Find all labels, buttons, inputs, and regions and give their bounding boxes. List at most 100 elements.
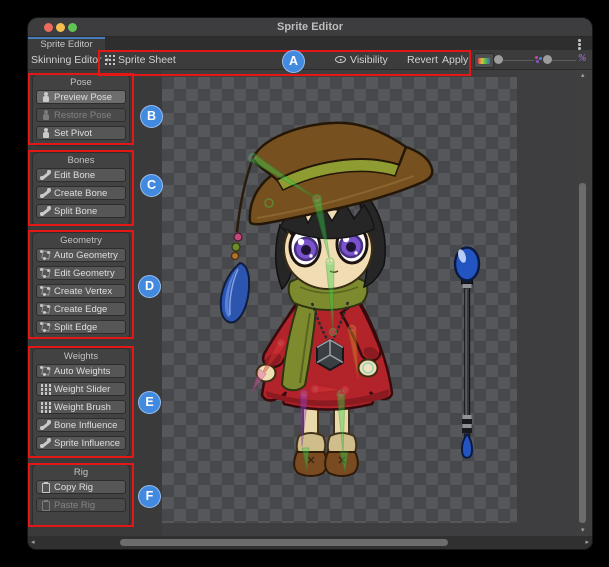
- copy-rig-icon: [40, 482, 51, 493]
- edit-geometry-button[interactable]: Edit Geometry: [36, 266, 126, 280]
- weight-brush-label: Weight Brush: [54, 402, 111, 413]
- kebab-menu-icon[interactable]: [574, 39, 584, 50]
- edit-bone-icon: [40, 170, 51, 181]
- restore-pose-button[interactable]: Restore Pose: [36, 108, 126, 122]
- split-edge-label: Split Edge: [54, 322, 97, 333]
- weight-slider-label: Weight Slider: [54, 384, 110, 395]
- sprite-influence-button[interactable]: Sprite Influence: [36, 436, 126, 450]
- create-vertex-icon: [40, 286, 51, 297]
- panel-pose: Pose Preview Pose Restore Pose Set Pivot: [32, 74, 130, 146]
- paste-rig-icon: [40, 500, 51, 511]
- restore-pose-icon: [40, 110, 51, 121]
- preview-pose-button[interactable]: Preview Pose: [36, 90, 126, 104]
- screenshot-root: Sprite Editor Sprite Editor Skinning Edi…: [0, 0, 609, 567]
- visibility-label: Visibility: [350, 54, 388, 66]
- panel-bones-title: Bones: [33, 153, 129, 168]
- bone-influence-icon: [40, 420, 51, 431]
- auto-geometry-button[interactable]: Auto Geometry: [36, 248, 126, 262]
- weight-brush-button[interactable]: Weight Brush: [36, 400, 126, 414]
- create-edge-label: Create Edge: [54, 304, 107, 315]
- bone-influence-button[interactable]: Bone Influence: [36, 418, 126, 432]
- vertical-scrollbar-thumb[interactable]: [579, 183, 586, 523]
- panel-weights: Weights Auto Weights Weight Slider Weigh…: [32, 348, 130, 457]
- rgb-alpha-toggle[interactable]: [474, 53, 494, 68]
- split-edge-icon: [40, 322, 51, 333]
- visibility-button[interactable]: Visibility: [335, 50, 388, 69]
- preview-pose-icon: [40, 92, 51, 103]
- horizontal-scrollbar-thumb[interactable]: [120, 539, 448, 546]
- edit-geometry-label: Edit Geometry: [54, 268, 115, 279]
- sprite-influence-label: Sprite Influence: [54, 438, 120, 449]
- toolbar: Skinning Editor ▾ Sprite Sheet Visibilit…: [28, 50, 592, 70]
- mesh-opacity-icon: %: [578, 53, 586, 64]
- split-bone-button[interactable]: Split Bone: [36, 204, 126, 218]
- window-title: Sprite Editor: [28, 18, 592, 36]
- feather-charm: [221, 233, 249, 322]
- preview-pose-label: Preview Pose: [54, 92, 112, 103]
- auto-weights-icon: [40, 366, 51, 377]
- create-bone-label: Create Bone: [54, 188, 107, 199]
- panel-weights-title: Weights: [33, 349, 129, 364]
- create-bone-button[interactable]: Create Bone: [36, 186, 126, 200]
- auto-weights-label: Auto Weights: [54, 366, 110, 377]
- create-vertex-label: Create Vertex: [54, 286, 112, 297]
- panel-geometry: Geometry Auto Geometry Edit Geometry Cre…: [32, 232, 130, 339]
- scroll-down-icon[interactable]: ▾: [581, 527, 585, 534]
- split-bone-label: Split Bone: [54, 206, 97, 217]
- revert-button[interactable]: Revert: [407, 50, 438, 69]
- edit-bone-button[interactable]: Edit Bone: [36, 168, 126, 182]
- editor-content: Pose Preview Pose Restore Pose Set Pivot…: [28, 70, 592, 536]
- horizontal-scrollbar[interactable]: ◂ ▸: [28, 536, 592, 549]
- weight-brush-icon: [40, 402, 51, 413]
- vertical-scrollbar[interactable]: ▴ ▾: [577, 70, 592, 536]
- sprite-canvas[interactable]: [162, 70, 577, 536]
- bone-color-icon: [534, 55, 543, 64]
- opacity-slider-thumb[interactable]: [543, 55, 552, 64]
- sprite-sheet-label: Sprite Sheet: [118, 54, 176, 66]
- set-pivot-icon: [40, 128, 51, 139]
- apply-label: Apply: [442, 54, 468, 66]
- bone-influence-label: Bone Influence: [54, 420, 117, 431]
- sprite-sheet-button[interactable]: Sprite Sheet: [104, 50, 176, 69]
- sprite-editor-window: Sprite Editor Sprite Editor Skinning Edi…: [28, 18, 592, 549]
- auto-geometry-icon: [40, 250, 51, 261]
- edit-geometry-icon: [40, 268, 51, 279]
- weight-slider-button[interactable]: Weight Slider: [36, 382, 126, 396]
- panel-bones: Bones Edit Bone Create Bone Split Bone: [32, 152, 130, 226]
- skinning-editor-dropdown[interactable]: Skinning Editor ▾: [31, 50, 109, 69]
- weight-slider-icon: [40, 384, 51, 395]
- copy-rig-button[interactable]: Copy Rig: [36, 480, 126, 494]
- create-vertex-button[interactable]: Create Vertex: [36, 284, 126, 298]
- revert-label: Revert: [407, 54, 438, 66]
- tab-sprite-editor[interactable]: Sprite Editor: [28, 37, 105, 50]
- scroll-right-icon[interactable]: ▸: [585, 539, 589, 546]
- create-bone-icon: [40, 188, 51, 199]
- scroll-up-icon[interactable]: ▴: [581, 72, 585, 79]
- copy-rig-label: Copy Rig: [54, 482, 93, 493]
- character-sprite: [162, 77, 517, 523]
- set-pivot-label: Set Pivot: [54, 128, 92, 139]
- sprite-sheet-icon: [104, 54, 115, 65]
- set-pivot-button[interactable]: Set Pivot: [36, 126, 126, 140]
- auto-geometry-label: Auto Geometry: [54, 250, 118, 261]
- create-edge-button[interactable]: Create Edge: [36, 302, 126, 316]
- eye-icon: [335, 56, 346, 63]
- staff-sprite: [455, 248, 479, 458]
- overlay-slider-thumb[interactable]: [494, 55, 503, 64]
- panel-geometry-title: Geometry: [33, 233, 129, 248]
- paste-rig-label: Paste Rig: [54, 500, 95, 511]
- rgb-strip-icon: [478, 58, 490, 64]
- tab-bar: Sprite Editor: [28, 37, 592, 50]
- split-edge-button[interactable]: Split Edge: [36, 320, 126, 334]
- panel-rig-title: Rig: [33, 465, 129, 480]
- scroll-left-icon[interactable]: ◂: [31, 539, 35, 546]
- panel-pose-title: Pose: [33, 75, 129, 90]
- auto-weights-button[interactable]: Auto Weights: [36, 364, 126, 378]
- edit-bone-label: Edit Bone: [54, 170, 95, 181]
- apply-button[interactable]: Apply: [442, 50, 468, 69]
- create-edge-icon: [40, 304, 51, 315]
- paste-rig-button[interactable]: Paste Rig: [36, 498, 126, 512]
- restore-pose-label: Restore Pose: [54, 110, 112, 121]
- window-titlebar[interactable]: Sprite Editor: [28, 18, 592, 37]
- overlay-slider-track[interactable]: [498, 60, 534, 62]
